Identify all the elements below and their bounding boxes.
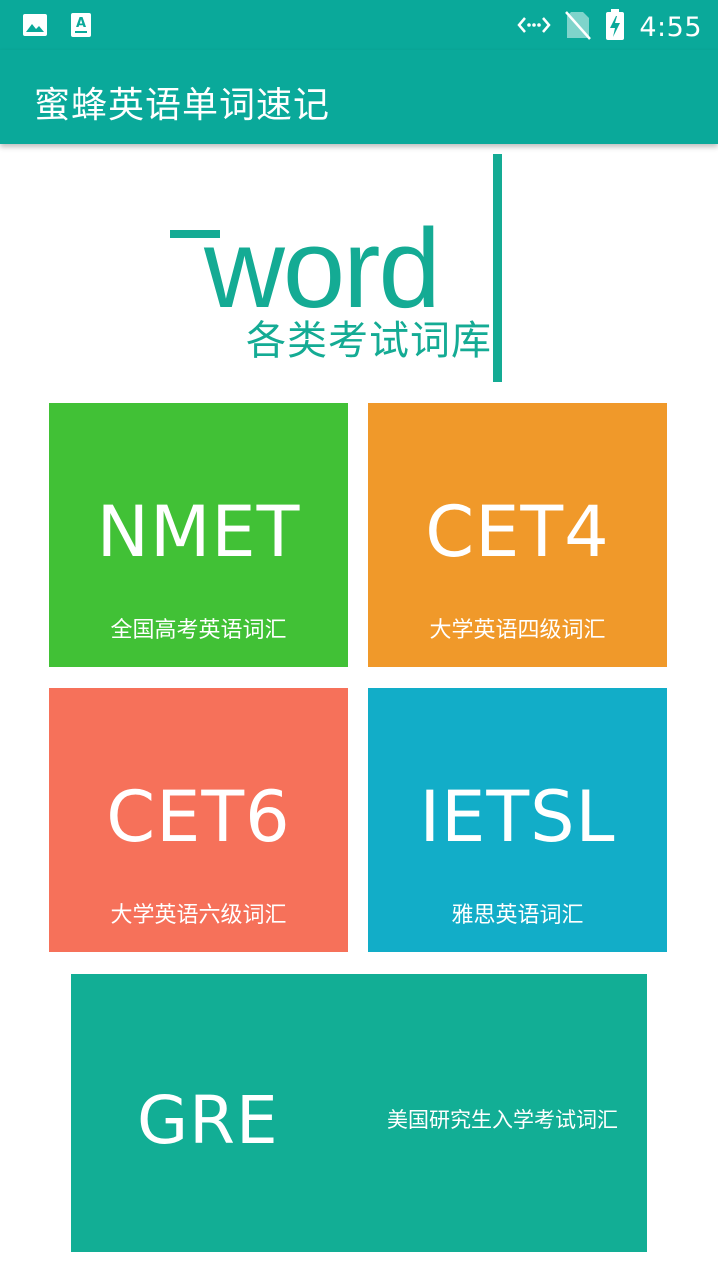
status-left-icons: A (22, 12, 92, 42)
keyboard-a-icon: A (70, 12, 92, 42)
logo-stem (493, 154, 502, 382)
image-icon (22, 13, 48, 41)
tile-code: CET4 (425, 491, 610, 573)
tile-desc: 大学英语四级词汇 (429, 618, 606, 643)
tile-ietsl[interactable]: IETSL 雅思英语词汇 (368, 688, 667, 952)
data-arrows-icon (517, 13, 552, 41)
app-title: 蜜蜂英语单词速记 (34, 85, 331, 126)
word-logo: word 各类考试词库 (160, 150, 570, 390)
tile-desc: 美国研究生入学考试词汇 (387, 1108, 618, 1132)
tile-gre[interactable]: GRE 美国研究生入学考试词汇 (71, 974, 647, 1252)
tile-cet4[interactable]: CET4 大学英语四级词汇 (368, 403, 667, 667)
tile-code: IETSL (419, 776, 616, 858)
tile-desc: 全国高考英语词汇 (110, 618, 287, 643)
no-sim-icon (565, 10, 592, 44)
tile-nmet[interactable]: NMET 全国高考英语词汇 (49, 403, 348, 667)
status-bar: A 4:55 (0, 0, 718, 50)
tile-desc: 雅思英语词汇 (451, 903, 584, 928)
tile-code: GRE (137, 1082, 279, 1159)
logo-word: word (203, 206, 439, 331)
battery-charging-icon (605, 9, 625, 45)
tile-desc: 大学英语六级词汇 (110, 903, 287, 928)
app-bar: 蜜蜂英语单词速记 (0, 50, 718, 144)
logo-subtitle: 各类考试词库 (246, 318, 492, 364)
tile-code: CET6 (106, 776, 291, 858)
status-right-icons: 4:55 (517, 9, 702, 45)
tile-cet6[interactable]: CET6 大学英语六级词汇 (49, 688, 348, 952)
tile-code: NMET (96, 491, 301, 573)
status-time: 4:55 (639, 11, 702, 43)
svg-text:A: A (76, 16, 86, 31)
